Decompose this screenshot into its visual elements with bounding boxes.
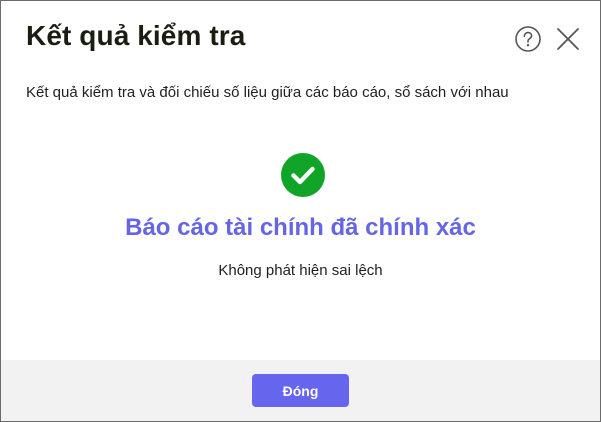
- check-circle-icon: [281, 153, 325, 197]
- close-dialog-button[interactable]: Đóng: [252, 374, 349, 407]
- result-title: Báo cáo tài chính đã chính xác: [125, 214, 476, 241]
- close-button[interactable]: [556, 27, 580, 51]
- result-dialog: Kết quả kiểm tra Kết quả kiểm tra và đối…: [0, 0, 601, 422]
- help-button[interactable]: [515, 26, 541, 52]
- question-circle-icon: [515, 26, 541, 52]
- dialog-footer: Đóng: [1, 360, 600, 421]
- result-subtitle: Không phát hiện sai lệch: [218, 262, 383, 279]
- dialog-title: Kết quả kiểm tra: [26, 20, 246, 51]
- dialog-header: Kết quả kiểm tra: [1, 1, 600, 75]
- close-x-icon: [557, 28, 579, 50]
- dialog-description: Kết quả kiểm tra và đối chiếu số liệu gi…: [26, 84, 509, 101]
